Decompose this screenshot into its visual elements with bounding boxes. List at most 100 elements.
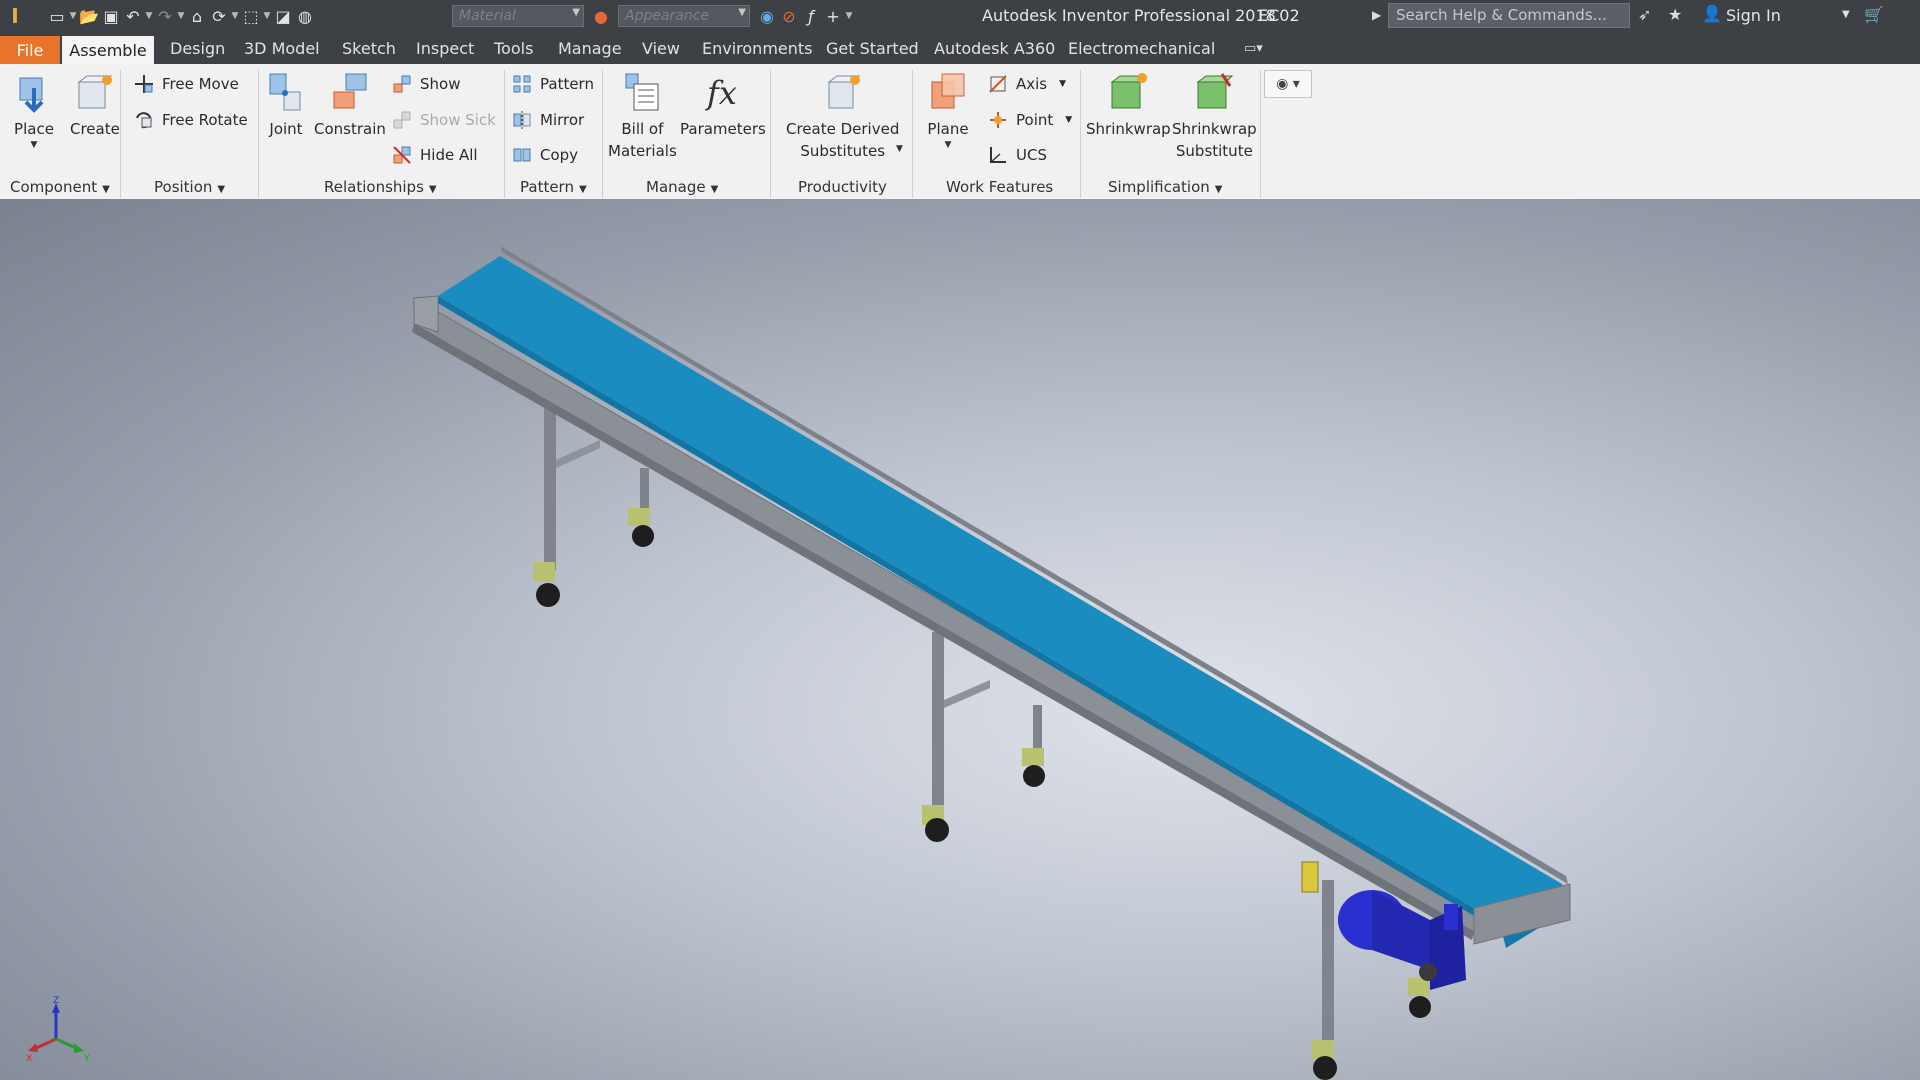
undo-dropdown-icon[interactable]: ▼: [144, 5, 154, 27]
panel-pattern-label[interactable]: Pattern ▼: [520, 178, 587, 196]
customize-dropdown-icon[interactable]: ▼: [844, 5, 854, 27]
point-button[interactable]: Point ▼: [988, 110, 1072, 130]
fx-icon[interactable]: ƒ: [800, 5, 822, 27]
parameters-button[interactable]: fx Parameters: [680, 70, 766, 140]
position-label-text: Position: [154, 178, 213, 196]
place-dropdown-icon[interactable]: ▼: [31, 140, 38, 150]
material-placeholder: Material: [459, 8, 516, 24]
conveyor-belt: [438, 256, 1562, 924]
joint-button[interactable]: Joint: [264, 70, 308, 140]
panel-work-features-label: Work Features: [946, 178, 1053, 196]
update-dropdown-icon[interactable]: ▼: [230, 5, 240, 27]
measure-icon[interactable]: ◪: [272, 5, 294, 27]
tab-autodesk-a360[interactable]: Autodesk A360: [934, 39, 1055, 58]
tab-environments[interactable]: Environments: [702, 39, 813, 58]
triad-z-label: Z: [53, 996, 59, 1006]
show-sick-button[interactable]: Show Sick: [392, 110, 496, 130]
panel-divider: [120, 70, 121, 198]
ucs-icon: [990, 147, 1006, 163]
tab-view[interactable]: View: [642, 39, 680, 58]
point-dropdown-icon[interactable]: ▼: [1065, 115, 1072, 125]
panel-component-label[interactable]: Component ▼: [10, 178, 110, 196]
create-button[interactable]: Create: [70, 70, 120, 140]
tab-inspect[interactable]: Inspect: [416, 39, 474, 58]
panel-manage-label[interactable]: Manage ▼: [646, 178, 718, 196]
update-icon[interactable]: ⟳: [208, 5, 230, 27]
joint-label: Joint: [269, 120, 303, 138]
tab-electromechanical[interactable]: Electromechanical: [1068, 39, 1215, 58]
expand-arrow-icon[interactable]: ▶: [1372, 8, 1381, 22]
material-combo[interactable]: Material ▼: [452, 5, 584, 27]
control-box: [1301, 861, 1319, 893]
tab-tools[interactable]: Tools: [494, 39, 533, 58]
panel-position-label[interactable]: Position ▼: [154, 178, 225, 196]
search-input[interactable]: Search Help & Commands...: [1388, 3, 1630, 28]
panel-simplification-label[interactable]: Simplification ▼: [1108, 178, 1222, 196]
derived-dropdown-icon[interactable]: ▼: [896, 144, 903, 154]
redo-icon[interactable]: ↷: [154, 5, 176, 27]
tab-file[interactable]: File: [0, 36, 60, 64]
free-rotate-button[interactable]: Free Rotate: [134, 110, 248, 130]
pattern-icon: [513, 75, 531, 93]
plane-dropdown-icon[interactable]: ▼: [945, 140, 952, 150]
shrinkwrap-substitute-button[interactable]: Shrinkwrap Substitute: [1172, 70, 1257, 162]
tab-get-started[interactable]: Get Started: [826, 39, 919, 58]
plane-button[interactable]: Plane ▼: [926, 70, 970, 150]
app-menu-icon[interactable]: I: [4, 4, 26, 28]
ribbon-display-toggle-icon[interactable]: ▭▾: [1244, 41, 1263, 56]
panel-relationships-label[interactable]: Relationships ▼: [324, 178, 437, 196]
y-axis-arrow-icon: [74, 1043, 84, 1053]
conveyor-model[interactable]: [0, 199, 1920, 1080]
copy-button[interactable]: Copy: [512, 145, 578, 165]
tab-design[interactable]: Design: [170, 39, 225, 58]
tab-assemble[interactable]: Assemble: [62, 36, 154, 65]
ribbon: Place ▼ Create Component ▼ Free Move Free…: [0, 64, 1920, 200]
panel-divider: [504, 70, 505, 198]
plus-icon[interactable]: +: [822, 5, 844, 27]
open-folder-icon[interactable]: 📂: [78, 5, 100, 27]
tab-3d-model[interactable]: 3D Model: [244, 39, 320, 58]
svg-text:fx: fx: [705, 74, 737, 112]
show-button[interactable]: Show: [392, 74, 460, 94]
place-button[interactable]: Place ▼: [12, 70, 56, 150]
graphics-viewport[interactable]: Z X Y: [0, 199, 1920, 1080]
free-move-icon: [135, 75, 153, 93]
sign-in-dropdown-icon[interactable]: ▼: [1842, 9, 1850, 20]
communication-center-icon[interactable]: ➶: [1638, 5, 1651, 24]
ucs-button[interactable]: UCS: [988, 145, 1047, 165]
favorites-star-icon[interactable]: ★: [1668, 5, 1682, 24]
view-triad[interactable]: Z X Y: [22, 995, 92, 1065]
sign-in-link[interactable]: Sign In: [1726, 6, 1781, 25]
ribbon-options-button[interactable]: ◉ ▾: [1264, 70, 1312, 98]
home-icon[interactable]: ⌂: [186, 5, 208, 27]
bill-of-materials-button[interactable]: Bill of Materials: [608, 70, 677, 162]
relationships-label-text: Relationships: [324, 178, 424, 196]
hide-all-button[interactable]: Hide All: [392, 145, 478, 165]
select-dropdown-icon[interactable]: ▼: [262, 5, 272, 27]
shrinkwrap-button[interactable]: Shrinkwrap: [1086, 70, 1171, 140]
appearance-combo[interactable]: Appearance ▼: [618, 5, 750, 27]
pattern-button[interactable]: Pattern: [512, 74, 594, 94]
globe-icon[interactable]: ◍: [294, 5, 316, 27]
adjust-appearance-icon[interactable]: ◉: [756, 5, 778, 27]
new-file-icon[interactable]: ▭: [46, 5, 68, 27]
axis-button[interactable]: Axis ▼: [988, 74, 1066, 94]
new-dropdown-icon[interactable]: ▼: [68, 5, 78, 27]
axis-dropdown-icon[interactable]: ▼: [1059, 79, 1066, 89]
cart-icon[interactable]: 🛒: [1864, 5, 1884, 24]
user-icon[interactable]: 👤: [1702, 4, 1722, 23]
tab-sketch[interactable]: Sketch: [342, 39, 396, 58]
mirror-button[interactable]: Mirror: [512, 110, 584, 130]
pattern-label: Pattern: [540, 75, 594, 93]
save-icon[interactable]: ▣: [100, 5, 122, 27]
component-label-text: Component: [10, 178, 98, 196]
constrain-button[interactable]: Constrain: [314, 70, 386, 140]
select-icon[interactable]: ⬚: [240, 5, 262, 27]
clear-appearance-icon[interactable]: ⊘: [778, 5, 800, 27]
create-derived-substitutes-button[interactable]: Create Derived Substitutes: [786, 70, 899, 162]
undo-icon[interactable]: ↶: [122, 5, 144, 27]
tab-manage[interactable]: Manage: [558, 39, 622, 58]
redo-dropdown-icon[interactable]: ▼: [176, 5, 186, 27]
free-move-button[interactable]: Free Move: [134, 74, 239, 94]
appearance-sphere-icon[interactable]: ●: [590, 5, 612, 27]
